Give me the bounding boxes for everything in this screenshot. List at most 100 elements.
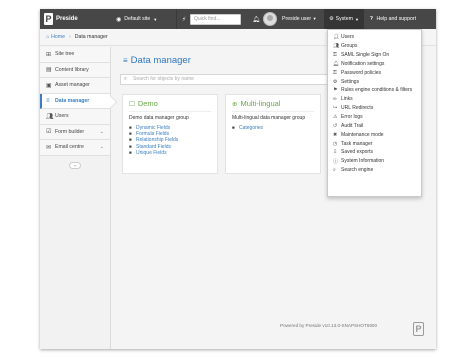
sidebar-item-users[interactable]: 👥︎ Users [40, 109, 110, 125]
menu-item-label: SAML Single Sign On [341, 52, 390, 59]
info-icon: ⓘ [333, 158, 339, 165]
sidebar-collapse-button[interactable]: « [69, 161, 81, 169]
menu-item-password-policies[interactable]: ⚿ Password policies [328, 68, 421, 77]
bell-icon: 🔔︎ [333, 60, 340, 67]
users-icon: 👥︎ [46, 113, 54, 120]
menu-item-search-engine[interactable]: ⌕ Search engine [328, 166, 421, 175]
square-icon: ☐ [129, 100, 135, 108]
card-title-text: Demo [137, 99, 158, 108]
clock-icon: ◷ [333, 140, 338, 147]
menu-item-users[interactable]: 👤︎ Users [328, 33, 421, 42]
notifications-bell-icon[interactable]: 🔔︎ [251, 16, 261, 23]
system-dropdown-menu: 👤︎ Users 👥︎ Groups ⚿ SAML Single Sign On 🔔︎… [327, 29, 422, 197]
sidebar-item-form-builder[interactable]: ☑ Form builder ⌄ [40, 124, 110, 140]
menu-item-label: Notification settings [341, 60, 385, 67]
search-icon: ⌕ [124, 76, 128, 82]
menu-item-saml[interactable]: ⚿ SAML Single Sign On [328, 51, 421, 60]
preside-logo-icon: P [413, 322, 424, 336]
bolt-icon: ⚡ [181, 16, 187, 23]
system-menu-label: System [335, 16, 353, 22]
menu-item-label: Maintenance mode [341, 131, 384, 138]
sidebar-item-label: Users [55, 113, 69, 120]
menu-item-label: Groups [341, 43, 358, 50]
sidebar-item-label: Data manager [55, 97, 90, 104]
search-placeholder: Search for objects by name [133, 76, 194, 82]
library-icon: ▤ [46, 67, 52, 74]
group-card-demo: ☐ Demo Demo data manager group ■ Dynamic … [122, 94, 218, 174]
menu-item-links[interactable]: ∞ Links [328, 95, 421, 104]
preside-logo-icon: P [44, 13, 53, 25]
breadcrumb-separator-icon: › [68, 34, 71, 40]
sidebar-item-label: Email centre [55, 144, 84, 151]
sidebar-item-data-manager[interactable]: ≡ Data manager [40, 93, 110, 109]
menu-item-saved-exports[interactable]: ⇩ Saved exports [328, 148, 421, 157]
menu-item-label: System Information [341, 158, 385, 165]
key-icon: ⚿ [333, 69, 337, 76]
sitemap-icon: ⊞ [46, 51, 52, 58]
breadcrumb-current: Data manager [74, 34, 108, 40]
navbar-right: 🔔︎ Preside user ▼ ⚙ System ▼ ❓︎ Help and… [251, 9, 416, 29]
site-selector-label: Default site [124, 16, 151, 22]
card-title: ☐ Demo [129, 99, 211, 112]
brand[interactable]: P Preside [44, 13, 96, 25]
menu-item-maintenance-mode[interactable]: ✖ Maintenance mode [328, 130, 421, 139]
link-icon: ∞ [333, 96, 337, 103]
menu-item-settings[interactable]: ⚙ Settings [328, 77, 421, 86]
sidebar-item-site-tree[interactable]: ⊞ Site tree [40, 47, 110, 63]
key-icon: ⚿ [333, 52, 337, 59]
help-label: Help and support [376, 15, 417, 22]
site-selector[interactable]: ◉ Default site ▼ [116, 16, 176, 23]
filter-icon: ⚑ [333, 87, 338, 94]
menu-item-label: Settings [341, 78, 360, 85]
sidebar-item-label: Content library [55, 66, 89, 73]
database-icon: ≡ [123, 56, 128, 65]
cogs-icon: ⚙ [329, 16, 334, 22]
globe-icon: ⊕ [232, 100, 238, 108]
object-link[interactable]: ■ Categories [232, 125, 314, 131]
menu-item-rules-engine[interactable]: ⚑ Rules engine conditions & filters [328, 86, 421, 95]
menu-item-url-redirects[interactable]: ↪ URL Redirects [328, 104, 421, 113]
chevron-down-icon: ⌄ [99, 144, 104, 151]
page-title-text: Data manager [130, 55, 191, 66]
database-icon: ■ [232, 125, 235, 130]
sidebar-item-asset-manager[interactable]: ▣ Asset manager [40, 78, 110, 94]
sidebar-item-email-centre[interactable]: ✉ Email centre ⌄ [40, 140, 110, 156]
history-icon: ↺ [333, 122, 338, 129]
chevron-down-icon: ▼ [354, 16, 359, 22]
user-menu[interactable]: Preside user ▼ [282, 16, 322, 22]
group-card-multi-lingual: ⊕ Multi-lingual Multi-lingual data manag… [225, 94, 321, 174]
menu-item-notification-settings[interactable]: 🔔︎ Notification settings [328, 60, 421, 69]
object-link-label: Categories [239, 125, 264, 131]
menu-item-label: Links [341, 96, 353, 103]
menu-item-task-manager[interactable]: ◷ Task manager [328, 139, 421, 148]
menu-item-audit-trail[interactable]: ↺ Audit Trail [328, 121, 421, 130]
menu-item-label: Audit Trail [341, 122, 364, 129]
card-description: Multi-lingual data manager group [232, 115, 306, 121]
cog-icon: ⚙ [333, 78, 338, 85]
help-link[interactable]: ❓︎ Help and support [370, 16, 416, 23]
top-navbar: P Preside ◉ Default site ▼ ⚡ Quick find.… [40, 9, 436, 29]
quick-find-input[interactable]: Quick find... [190, 13, 241, 25]
system-menu-toggle[interactable]: ⚙ System ▼ [324, 9, 364, 29]
avatar[interactable] [263, 12, 277, 26]
breadcrumb-home[interactable]: Home [51, 34, 65, 40]
card-title: ⊕ Multi-lingual [232, 99, 314, 112]
object-link[interactable]: ■ Unique Fields [129, 150, 211, 156]
footer-text: Powered by Preside v10.13.0-SNAPSHOT6900 [280, 323, 378, 328]
menu-item-label: Error logs [341, 114, 363, 121]
chevron-down-icon: ⌄ [99, 128, 104, 135]
user-menu-label: Preside user [282, 16, 312, 22]
menu-item-label: Rules engine conditions & filters [341, 87, 413, 94]
form-icon: ☑ [46, 129, 52, 136]
menu-item-label: Users [341, 34, 355, 41]
menu-item-error-logs[interactable]: ⚠ Error logs [328, 113, 421, 122]
menu-item-label: Task manager [341, 140, 373, 147]
group-icon: 👥︎ [333, 43, 340, 50]
brand-name: Preside [56, 16, 78, 22]
sidebar-item-content-library[interactable]: ▤ Content library [40, 62, 110, 78]
search-icon: ⌕ [333, 167, 336, 174]
tools-icon: ✖ [333, 131, 338, 138]
menu-item-system-information[interactable]: ⓘ System Information [328, 157, 421, 166]
menu-item-groups[interactable]: 👥︎ Groups [328, 42, 421, 51]
question-icon: ❓︎ [369, 15, 374, 22]
